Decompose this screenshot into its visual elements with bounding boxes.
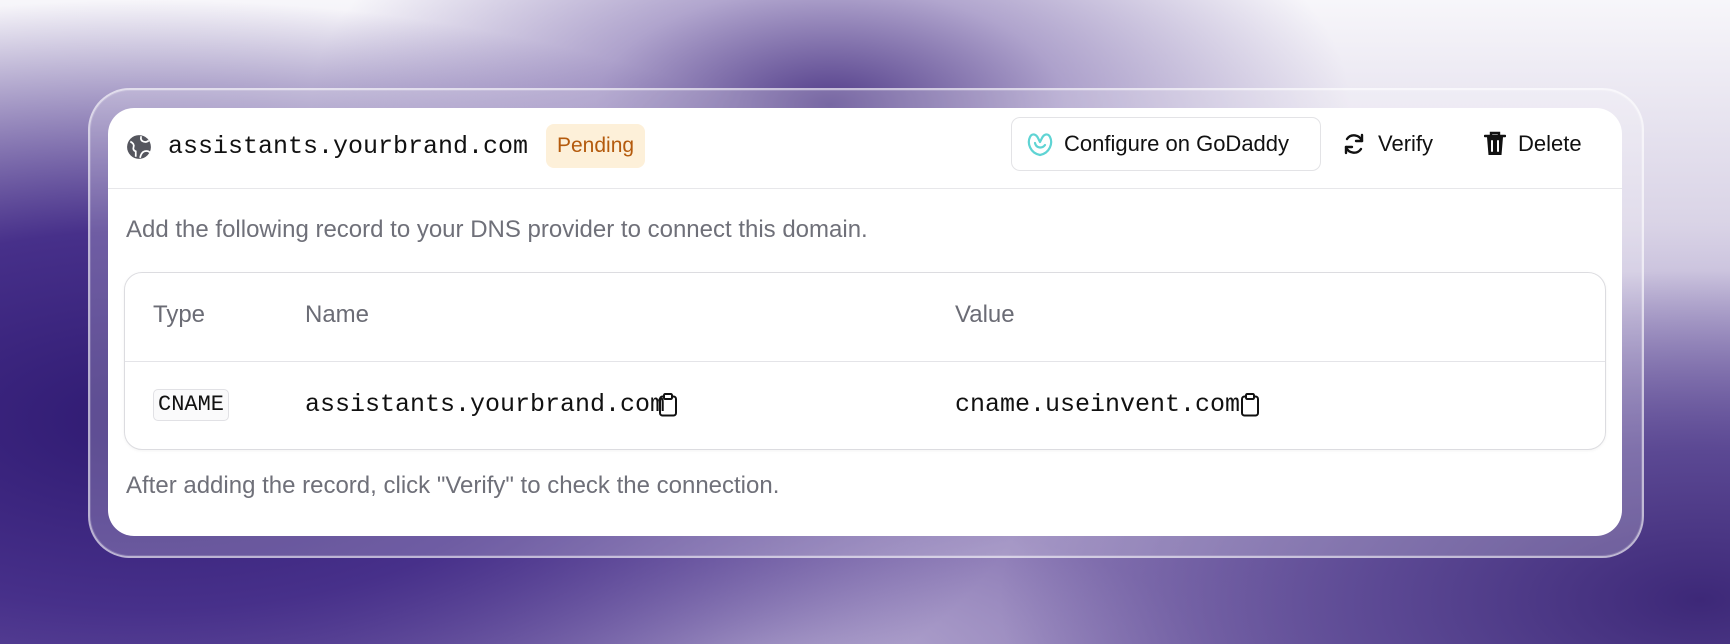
status-badge: Pending — [546, 124, 646, 168]
refresh-icon — [1344, 133, 1364, 155]
configure-godaddy-label: Configure on GoDaddy — [1064, 131, 1290, 156]
record-type: CNAME — [153, 389, 230, 421]
record-value: cname.useinvent.com — [955, 390, 1241, 419]
dns-instructions: Add the following record to your DNS pro… — [126, 216, 868, 243]
delete-button[interactable]: Delete — [1484, 117, 1582, 171]
dns-records-table: Type Name Value CNAME assistants.yourbra… — [124, 272, 1606, 450]
configure-godaddy-button[interactable]: Configure on GoDaddy — [1011, 117, 1321, 171]
trash-icon — [1484, 131, 1506, 155]
copy-value-icon[interactable] — [1239, 393, 1261, 417]
domain-card: assistants.yourbrand.com Pending Configu… — [108, 108, 1622, 536]
card-header: assistants.yourbrand.com Pending Configu… — [108, 108, 1622, 189]
verify-label: Verify — [1378, 131, 1434, 156]
globe-icon — [127, 135, 151, 159]
column-header-type: Type — [153, 301, 206, 328]
verify-button[interactable]: Verify — [1342, 117, 1433, 171]
delete-label: Delete — [1518, 131, 1582, 156]
verify-note: After adding the record, click "Verify" … — [126, 472, 780, 499]
domain-name: assistants.yourbrand.com — [168, 132, 529, 161]
table-row: CNAME assistants.yourbrand.com cname.use… — [125, 362, 1605, 450]
copy-name-icon[interactable] — [657, 393, 679, 417]
godaddy-logo-icon — [1027, 133, 1053, 157]
table-header: Type Name Value — [125, 273, 1605, 362]
record-name: assistants.yourbrand.com — [305, 390, 666, 419]
column-header-name: Name — [305, 301, 370, 328]
column-header-value: Value — [955, 301, 1015, 328]
